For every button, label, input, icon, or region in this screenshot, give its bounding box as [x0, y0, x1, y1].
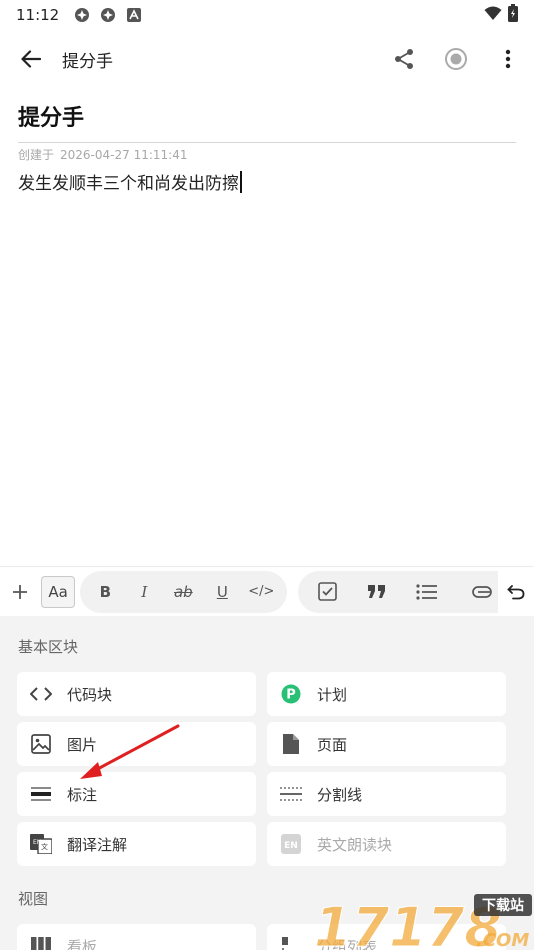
bullet-list-button[interactable] — [402, 571, 452, 613]
app-bar-title: 提分手 — [62, 51, 113, 72]
add-button[interactable] — [0, 567, 41, 617]
aa-wrapper: Aa — [41, 567, 76, 617]
list-icon — [416, 583, 437, 600]
checkbox-icon — [318, 582, 338, 601]
more-button[interactable] — [482, 30, 534, 88]
strikethrough-button[interactable]: ab — [164, 571, 203, 613]
link-button[interactable] — [452, 571, 492, 613]
battery-icon — [508, 4, 518, 26]
undo-icon — [507, 584, 525, 599]
bold-button[interactable]: B — [86, 571, 125, 613]
more-vertical-icon — [505, 49, 511, 69]
back-button[interactable] — [0, 30, 62, 88]
status-bar: 11:12 — [0, 0, 534, 30]
document-body[interactable]: 发生发顺丰三个和尚发出防擦 — [18, 169, 242, 194]
quote-button[interactable] — [352, 571, 402, 613]
notification-icon — [99, 6, 117, 24]
document-title[interactable]: 提分手 — [18, 100, 84, 132]
app-bar: 提分手 — [0, 30, 534, 88]
watermark-domain: .COM — [476, 930, 529, 950]
block-format-group — [297, 570, 498, 613]
status-time: 11:12 — [16, 6, 60, 24]
wifi-icon — [484, 6, 502, 25]
record-icon — [445, 48, 467, 70]
format-toolbar: Aa B I ab U </> — [0, 566, 534, 616]
plus-icon — [13, 584, 28, 599]
undo-button[interactable] — [498, 567, 534, 617]
created-info: 创建于 2026-04-27 11:11:41 — [18, 146, 193, 163]
created-time: 2026-04-27 11:11:41 — [60, 148, 188, 162]
quote-icon — [368, 585, 386, 598]
share-button[interactable] — [378, 30, 430, 88]
link-icon — [471, 585, 492, 598]
text-cursor — [240, 170, 242, 193]
inline-code-button[interactable]: </> — [242, 571, 281, 613]
checkbox-button[interactable] — [304, 571, 352, 613]
watermark-logo: 17178 下载站 .COM — [304, 890, 534, 950]
inline-format-group: B I ab U </> — [79, 570, 287, 613]
created-label: 创建于 — [18, 148, 55, 162]
app-notification-icon — [125, 6, 143, 24]
body-text: 发生发顺丰三个和尚发出防擦 — [18, 174, 239, 194]
record-button[interactable] — [430, 30, 482, 88]
share-icon — [395, 49, 413, 69]
watermark-number: 17178 — [314, 896, 502, 950]
arrow-left-icon — [21, 50, 41, 68]
underline-button[interactable]: U — [203, 571, 242, 613]
italic-button[interactable]: I — [125, 571, 164, 613]
title-divider — [18, 142, 516, 143]
notification-icon — [73, 6, 91, 24]
text-style-button[interactable]: Aa — [41, 575, 76, 608]
watermark-sub: 下载站 — [482, 897, 524, 914]
